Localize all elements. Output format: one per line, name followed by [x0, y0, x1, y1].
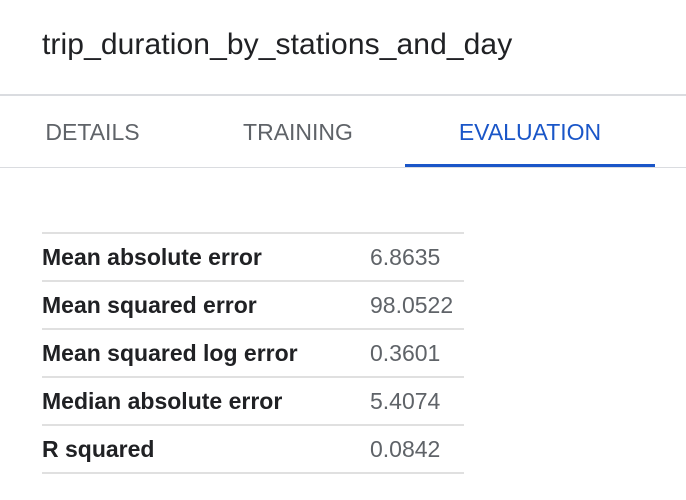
metric-name: Median absolute error	[42, 387, 283, 414]
metric-name: R squared	[42, 435, 155, 462]
table-row: Mean absolute error 6.8635	[42, 233, 464, 281]
table-row: Mean squared error 98.0522	[42, 281, 464, 329]
evaluation-metrics-table: Mean absolute error 6.8635 Mean squared …	[42, 232, 464, 474]
metric-value: 98.0522	[370, 291, 454, 318]
tab-bar-divider	[0, 167, 686, 168]
tab-bar: DETAILS TRAINING EVALUATION	[0, 96, 686, 168]
model-evaluation-page: trip_duration_by_stations_and_day DETAIL…	[0, 0, 686, 500]
tab-evaluation[interactable]: EVALUATION	[405, 96, 655, 168]
table-row: R squared 0.0842	[42, 425, 464, 473]
metric-name: Mean squared error	[42, 291, 257, 318]
tab-details[interactable]: DETAILS	[30, 96, 155, 168]
metric-value: 6.8635	[370, 243, 441, 270]
metric-name: Mean squared log error	[42, 339, 298, 366]
table-row: Mean squared log error 0.3601	[42, 329, 464, 377]
table-row: Median absolute error 5.4074	[42, 377, 464, 425]
metric-value: 5.4074	[370, 387, 441, 414]
metric-value: 0.0842	[370, 435, 441, 462]
tab-training[interactable]: TRAINING	[210, 96, 386, 168]
metric-name: Mean absolute error	[42, 243, 262, 270]
metric-value: 0.3601	[370, 339, 441, 366]
page-title: trip_duration_by_stations_and_day	[42, 28, 513, 61]
